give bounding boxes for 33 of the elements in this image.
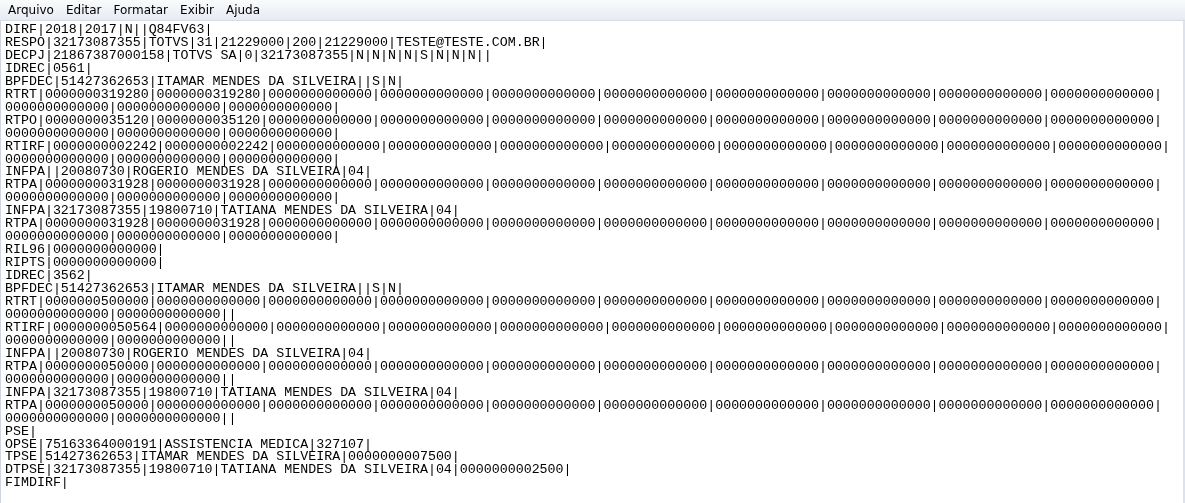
text-line: PSE| <box>5 425 37 439</box>
menu-item[interactable]: Arquivo <box>2 3 60 17</box>
text-line: RTPA|0000000050000|0000000000000|0000000000000|0000000000000|0000000000000|0000000000000|0000000000000|0000000000000|0000000000000|0000000000000| <box>5 399 1163 413</box>
text-line: DECPJ|21867387000158|TOTVS SA|0|32173087355|N|N|N|N|S|N|N|N|| <box>5 49 492 63</box>
text-line: BPFDEC|51427362653|ITAMAR MENDES DA SILVEIRA||S|N| <box>5 283 404 296</box>
text-line: RTIRF|0000000002242|0000000002242|0000000000000|0000000000000|0000000000000|0000000000000|0000000000000|0000000000000|0000000000000|0000000000000| <box>5 140 1170 154</box>
text-line: INFPA|32173087355|19800710|TATIANA MENDES DA SILVEIRA|04| <box>5 386 460 400</box>
text-line: 0000000000000|0000000000000|| <box>5 412 237 426</box>
text-line: 0000000000000|0000000000000|0000000000000| <box>5 101 341 115</box>
text-line: 0000000000000|0000000000000|| <box>5 308 237 322</box>
text-line: 0000000000000|0000000000000|| <box>5 334 237 348</box>
text-line: INFPA||20080730|ROGERIO MENDES DA SILVEIRA|04| <box>5 347 373 361</box>
menu-item[interactable]: Exibir <box>174 3 220 17</box>
text-line: 0000000000000|0000000000000|0000000000000| <box>5 127 341 141</box>
text-line: RIL96|0000000000000| <box>5 244 165 258</box>
text-line: RTRT|0000000500000|0000000000000|0000000000000|0000000000000|0000000000000|0000000000000|0000000000000|0000000000000|0000000000000|0000000000000| <box>5 296 1163 309</box>
text-editor[interactable] <box>0 21 1185 503</box>
menu-item[interactable]: Ajuda <box>219 3 267 17</box>
text-line: IDREC|0561| <box>5 62 93 76</box>
text-line: DIRF|2018|2017|N||Q84FV63| <box>5 24 213 37</box>
text-line: RIPTS|0000000000000| <box>5 257 165 271</box>
menu-item[interactable]: Formatar <box>107 3 175 17</box>
text-line: IDREC|3562| <box>5 270 93 284</box>
text-line: 0000000000000|0000000000000|0000000000000| <box>5 231 341 245</box>
text-line: RTIRF|0000000050564|0000000000000|0000000000000|0000000000000|0000000000000|0000000000000|0000000000000|0000000000000|0000000000000|0000000000000| <box>5 321 1170 335</box>
text-line: RTPO|0000000035120|0000000035120|0000000000000|0000000000000|0000000000000|0000000000000|0000000000000|0000000000000|0000000000000|0000000000000| <box>5 114 1163 128</box>
text-line: FIMDIRF| <box>5 477 69 491</box>
text-line: BPFDEC|51427362653|ITAMAR MENDES DA SILVEIRA||S|N| <box>5 75 404 89</box>
text-line: RESPO|32173087355|TOTVS|31|21229000|200|21229000|TESTE@TESTE.COM.BR| <box>5 36 548 50</box>
text-line: RTRT|0000000319280|0000000319280|0000000000000|0000000000000|0000000000000|0000000000000|0000000000000|0000000000000|0000000000000|0000000000000| <box>5 88 1163 102</box>
text-line: RTPA|0000000050000|0000000000000|0000000000000|0000000000000|0000000000000|0000000000000|0000000000000|0000000000000|0000000000000|0000000000000| <box>5 360 1163 374</box>
menu-item[interactable]: Editar <box>59 3 108 17</box>
text-line: 0000000000000|0000000000000|| <box>5 373 237 387</box>
